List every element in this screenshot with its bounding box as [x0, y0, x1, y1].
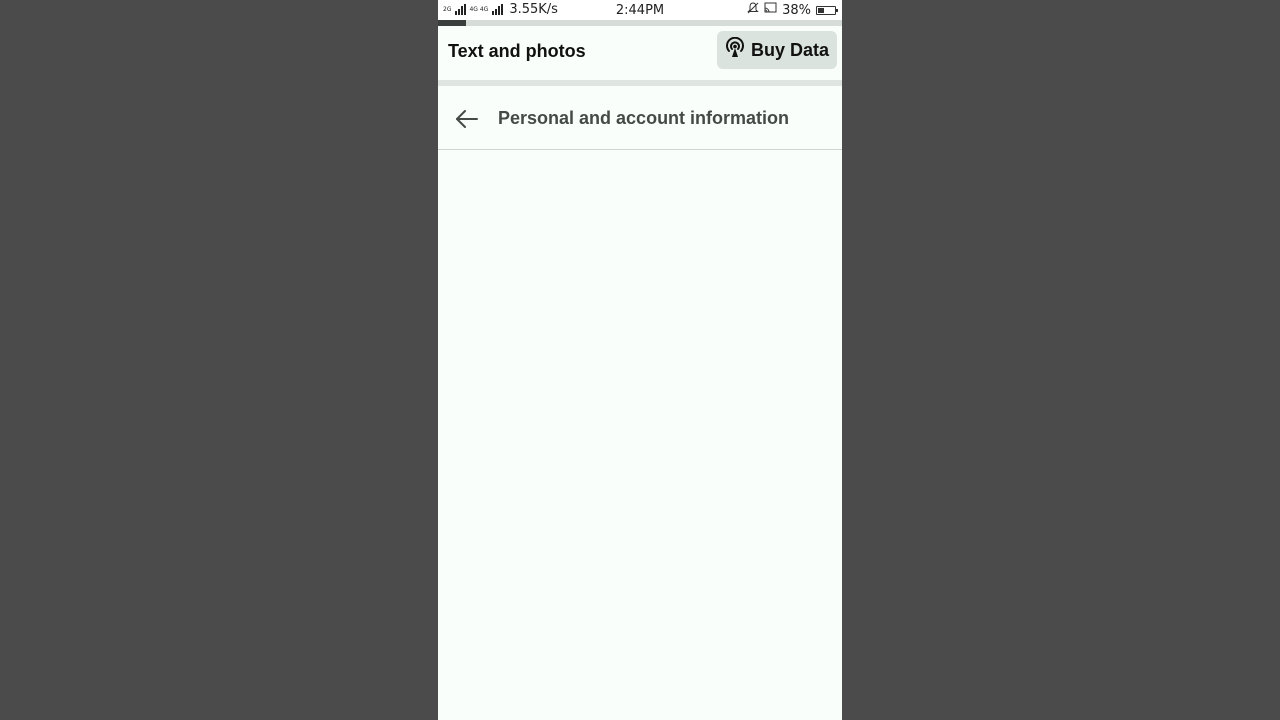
battery-fill	[818, 7, 824, 13]
back-button[interactable]	[454, 107, 480, 131]
status-right: 38%	[747, 2, 838, 18]
buy-data-label: Buy Data	[750, 39, 829, 60]
battery-percent: 38%	[782, 2, 811, 18]
status-bar: 2G 4G 4G 3.55K/s 2:44PM 38%	[438, 0, 842, 20]
cast-icon	[764, 2, 777, 18]
page-header: Personal and account information	[438, 86, 842, 150]
mute-icon	[747, 2, 759, 18]
page-title: Personal and account information	[498, 108, 790, 128]
buy-data-button[interactable]: Buy Data	[716, 31, 837, 69]
battery-icon	[816, 5, 838, 15]
header-title: Text and photos	[448, 41, 586, 61]
phone-screen: 2G 4G 4G 3.55K/s 2:44PM 38% Text and pho…	[438, 0, 842, 720]
hotspot-icon	[725, 36, 745, 64]
back-arrow-icon	[456, 110, 478, 128]
app-header: Text and photos Buy Data	[438, 26, 842, 80]
